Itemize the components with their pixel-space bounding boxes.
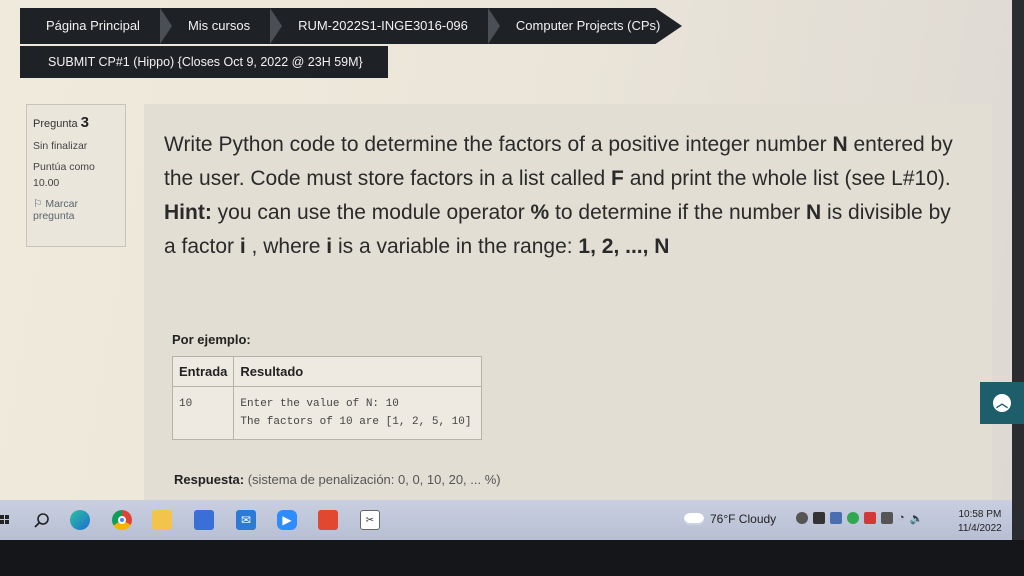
example-label: Por ejemplo: — [172, 332, 251, 347]
output-line: Enter the value of N: 10 — [240, 398, 399, 410]
wifi-icon[interactable]: ◔ — [898, 512, 905, 524]
penalty-text: (sistema de penalización: 0, 0, 10, 20, … — [247, 472, 501, 487]
hint-label: Hint: — [164, 201, 212, 224]
table-cell-output: Enter the value of N: 10 The factors of … — [233, 386, 483, 440]
flag-question-link[interactable]: ⚐ Marcar pregunta — [33, 198, 119, 222]
snipping-tool-icon[interactable]: ✂ — [360, 510, 380, 530]
breadcrumb-course[interactable]: RUM-2022S1-INGE3016-096 — [272, 8, 490, 44]
question-text-part: , where — [245, 235, 327, 258]
question-text-bold: N — [832, 133, 848, 156]
question-info-box: Pregunta 3 Sin finalizar Puntúa como 10.… — [26, 104, 126, 247]
table-header-input: Entrada — [171, 356, 235, 387]
score-label: Puntúa como — [33, 161, 95, 173]
office-icon[interactable] — [318, 510, 338, 530]
tray-icon[interactable] — [864, 512, 876, 524]
output-line: The factors of 10 are [1, 2, 5, 10] — [240, 416, 472, 428]
table-header-output: Resultado — [233, 356, 483, 387]
table-cell-input: 10 — [171, 386, 235, 440]
chrome-icon[interactable] — [112, 510, 132, 530]
question-text-part: is a variable in the range: — [332, 235, 579, 258]
question-text-bold: F — [611, 167, 624, 190]
screen-bezel — [0, 540, 1024, 576]
question-text: Write Python code to determine the facto… — [164, 128, 964, 264]
system-tray: ◔ 🔈 — [796, 512, 924, 525]
answer-line: Respuesta: (sistema de penalización: 0, … — [174, 472, 501, 487]
tray-icon[interactable] — [847, 512, 859, 524]
chevron-up-icon: ︿ — [993, 394, 1011, 412]
volume-icon[interactable]: 🔈 — [910, 512, 924, 525]
mail-icon[interactable]: ✉ — [236, 510, 256, 530]
breadcrumb-section[interactable]: Computer Projects (CPs) — [490, 8, 682, 44]
edge-icon[interactable] — [70, 510, 90, 530]
breadcrumb: Página Principal Mis cursos RUM-2022S1-I… — [20, 8, 682, 44]
example-table: Entrada Resultado 10 Enter the value of … — [171, 356, 483, 440]
battery-icon[interactable] — [881, 512, 893, 524]
breadcrumb-home[interactable]: Página Principal — [20, 8, 162, 44]
question-text-part: you can use the module operator — [211, 201, 531, 224]
question-panel: Write Python code to determine the facto… — [144, 104, 992, 500]
zoom-icon[interactable]: ▶ — [277, 510, 297, 530]
question-number: 3 — [80, 114, 89, 131]
question-status: Sin finalizar — [33, 140, 88, 152]
question-text-part: and print the whole list (see L#10). — [623, 167, 951, 190]
question-text-part: Write Python code to determine the facto… — [164, 133, 833, 156]
clock-time: 10:58 PM — [958, 509, 1002, 520]
answer-label: Respuesta: — [174, 472, 245, 487]
table-row: 10 Enter the value of N: 10 The factors … — [171, 386, 483, 440]
weather-widget[interactable]: 76°F Cloudy — [684, 512, 776, 526]
question-text-bold: 1, 2, ..., N — [578, 235, 670, 258]
tray-icon[interactable] — [813, 512, 825, 524]
weather-text: 76°F Cloudy — [710, 512, 777, 526]
question-text-bold: % — [530, 201, 550, 224]
store-icon[interactable] — [194, 510, 214, 530]
quiz-title-link[interactable]: SUBMIT CP#1 (Hippo) {Closes Oct 9, 2022 … — [20, 46, 388, 78]
question-text-part: to determine if the number — [549, 201, 807, 224]
tray-icon[interactable] — [830, 512, 842, 524]
screen-edge — [1012, 0, 1024, 576]
score-value: 10.00 — [33, 177, 60, 189]
clock[interactable]: 10:58 PM 11/4/2022 — [958, 508, 1002, 536]
clock-date: 11/4/2022 — [958, 523, 1002, 534]
table-header-row: Entrada Resultado — [171, 356, 483, 387]
flag-icon: ⚐ — [33, 198, 43, 210]
question-label: Pregunta — [33, 118, 78, 130]
file-explorer-icon[interactable] — [152, 510, 172, 530]
breadcrumb-my-courses[interactable]: Mis cursos — [162, 8, 272, 44]
cloud-icon — [684, 513, 704, 525]
question-text-bold: N — [806, 201, 822, 224]
search-icon[interactable] — [32, 510, 52, 530]
tray-icon[interactable] — [796, 512, 808, 524]
start-icon[interactable] — [0, 510, 10, 530]
scroll-to-top-button[interactable]: ︿ — [980, 382, 1024, 424]
